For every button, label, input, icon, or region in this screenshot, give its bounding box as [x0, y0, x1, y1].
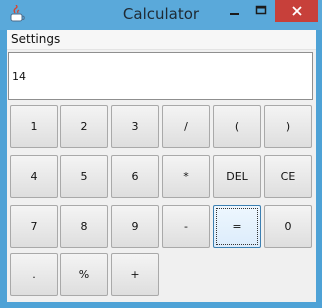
- menu-bar: Settings: [7, 30, 316, 50]
- key-multiply[interactable]: *: [162, 155, 210, 198]
- close-button[interactable]: [275, 0, 318, 22]
- maximize-button[interactable]: [248, 0, 274, 22]
- minimize-icon: [229, 2, 241, 21]
- key-subtract[interactable]: -: [162, 205, 210, 248]
- key-7[interactable]: 7: [10, 205, 58, 248]
- key-5[interactable]: 5: [60, 155, 108, 198]
- key-open-paren[interactable]: (: [213, 105, 261, 148]
- key-add[interactable]: +: [111, 253, 159, 296]
- key-equals[interactable]: =: [213, 205, 261, 248]
- key-8[interactable]: 8: [60, 205, 108, 248]
- key-divide[interactable]: /: [162, 105, 210, 148]
- key-delete[interactable]: DEL: [213, 155, 261, 198]
- key-9[interactable]: 9: [111, 205, 159, 248]
- key-percent[interactable]: %: [60, 253, 108, 296]
- key-decimal[interactable]: .: [10, 253, 58, 296]
- menu-settings[interactable]: Settings: [11, 32, 60, 46]
- key-6[interactable]: 6: [111, 155, 159, 198]
- key-clear-entry[interactable]: CE: [264, 155, 312, 198]
- maximize-icon: [255, 2, 267, 21]
- close-icon: [291, 2, 303, 21]
- key-0[interactable]: 0: [264, 205, 312, 248]
- title-bar[interactable]: Calculator: [0, 0, 322, 30]
- minimize-button[interactable]: [222, 0, 248, 22]
- key-1[interactable]: 1: [10, 105, 58, 148]
- key-4[interactable]: 4: [10, 155, 58, 198]
- key-2[interactable]: 2: [60, 105, 108, 148]
- window-client-area: Settings 14 1 2 3 / ( ) 4 5 6 * DEL CE 7…: [7, 30, 316, 302]
- key-close-paren[interactable]: ): [264, 105, 312, 148]
- display-value: 14: [12, 70, 26, 83]
- calculator-display[interactable]: 14: [8, 52, 313, 100]
- key-3[interactable]: 3: [111, 105, 159, 148]
